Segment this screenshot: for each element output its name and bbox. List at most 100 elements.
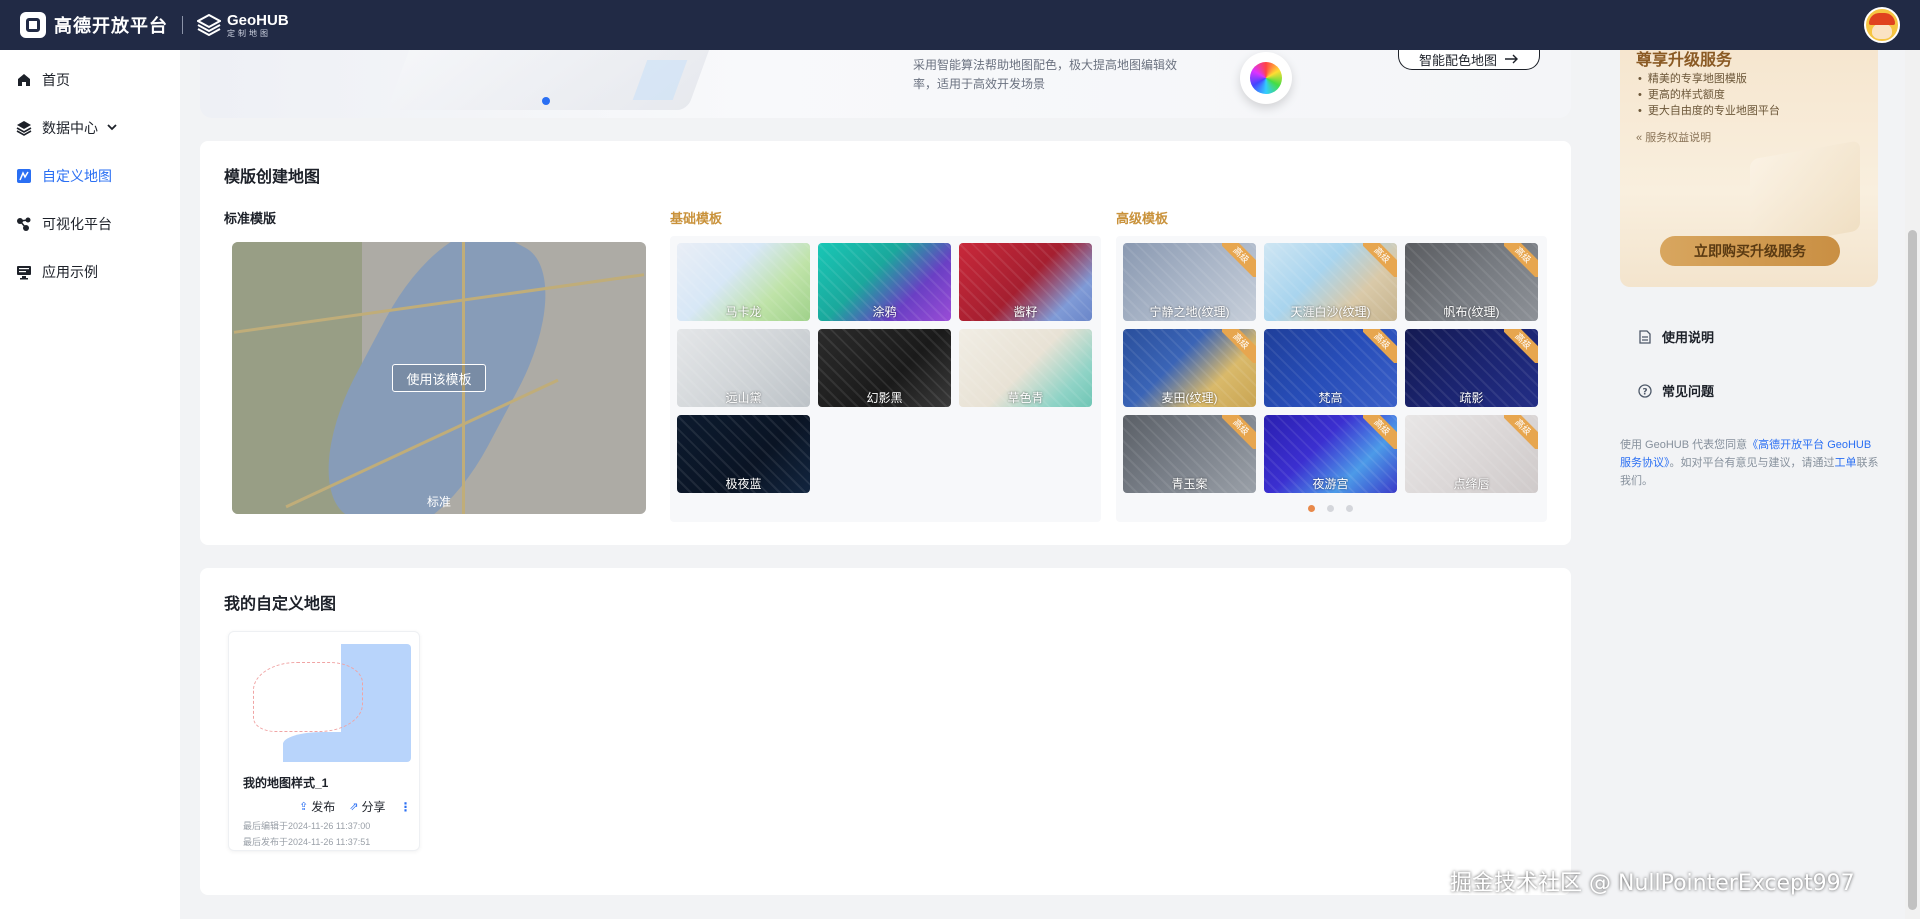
sidebar-item-label: 应用示例 bbox=[42, 264, 98, 280]
agreement-text: 使用 GeoHUB 代表您同意《高德开放平台 GeoHUB 服务协议》。如对平台… bbox=[1620, 439, 1879, 487]
template-label: 极夜蓝 bbox=[725, 477, 762, 491]
section-title: 模版创建地图 bbox=[224, 169, 321, 186]
premium-badge: 高级 bbox=[1363, 329, 1397, 363]
basic-template-title: 基础模板 bbox=[670, 211, 723, 226]
premium-badge: 高级 bbox=[1504, 243, 1538, 277]
carousel-pagination bbox=[1308, 505, 1353, 512]
scrollbar-thumb[interactable] bbox=[1908, 230, 1917, 910]
map-card[interactable]: 我的地图样式_1 ⇪ 发布 ⇗ 分享 ⋮ 最后编辑于2024-11-26 11:… bbox=[228, 631, 420, 851]
sidebar: 首页 数据中心 自定义地图 可视化平台 应用示例 bbox=[0, 50, 180, 919]
brand-name: 高德开放平台 bbox=[54, 16, 168, 36]
last-edited-time: 最后编辑于2024-11-26 11:37:00 bbox=[243, 821, 371, 831]
usage-guide-link[interactable]: 使用说明 bbox=[1638, 327, 1714, 346]
ticket-link[interactable]: 工单 bbox=[1835, 457, 1857, 469]
template-label: 天涯白沙(纹理) bbox=[1290, 305, 1371, 319]
template-tile[interactable]: 极夜蓝 bbox=[677, 415, 810, 493]
smart-color-map-button[interactable]: 智能配色地图 bbox=[1398, 50, 1540, 70]
faq-link[interactable]: ? 常见问题 bbox=[1638, 381, 1714, 400]
color-wheel-icon bbox=[1240, 52, 1292, 104]
template-tile[interactable]: 草色青 bbox=[959, 329, 1092, 407]
map-thumbnail[interactable] bbox=[243, 644, 411, 762]
share-button[interactable]: ⇗ 分享 bbox=[349, 798, 385, 815]
top-navbar: 高德开放平台 GeoHUB 定制地图 bbox=[0, 0, 1920, 50]
more-options-icon[interactable]: ⋮ bbox=[399, 800, 411, 814]
sidebar-item-home[interactable]: 首页 bbox=[0, 56, 180, 104]
standard-template-title: 标准模版 bbox=[224, 211, 277, 226]
promo-benefit: 更大自由度的专业地图平台 bbox=[1638, 103, 1780, 119]
chevron-down-icon[interactable] bbox=[106, 121, 118, 136]
advanced-template-title: 高级模板 bbox=[1116, 211, 1169, 226]
pagination-dot[interactable] bbox=[1346, 505, 1353, 512]
pagination-dot[interactable] bbox=[1327, 505, 1334, 512]
sidebar-item-label: 数据中心 bbox=[42, 120, 98, 136]
template-tile[interactable]: 高级 麦田(纹理) bbox=[1123, 329, 1256, 407]
template-label: 梵高 bbox=[1318, 391, 1343, 405]
service-benefits-link[interactable]: « 服务权益说明 bbox=[1636, 129, 1711, 145]
premium-badge: 高级 bbox=[1363, 243, 1397, 277]
template-tile[interactable]: 高级 夜游宫 bbox=[1264, 415, 1397, 493]
last-published-time: 最后发布于2024-11-26 11:37:51 bbox=[243, 837, 371, 847]
my-maps-section: 我的自定义地图 我的地图样式_1 ⇪ 发布 ⇗ 分享 ⋮ 最后编辑于2024-1… bbox=[200, 568, 1571, 895]
template-tile[interactable]: 高级 梵高 bbox=[1264, 329, 1397, 407]
use-template-button[interactable]: 使用该模板 bbox=[392, 364, 486, 392]
document-icon bbox=[1638, 329, 1652, 344]
template-label: 帆布(纹理) bbox=[1443, 305, 1500, 319]
template-section: 模版创建地图 标准模版 基础模板 高级模板 使用该模板 标准 马卡龙 涂鸦 酱籽… bbox=[200, 141, 1571, 545]
template-tile[interactable]: 高级 青玉案 bbox=[1123, 415, 1256, 493]
sidebar-item-label: 首页 bbox=[42, 72, 70, 88]
template-label: 麦田(纹理) bbox=[1161, 391, 1218, 405]
template-label: 疏影 bbox=[1459, 391, 1484, 405]
buy-upgrade-button[interactable]: 立即购买升级服务 bbox=[1660, 236, 1840, 266]
layers-icon bbox=[16, 120, 32, 136]
amap-logo-icon bbox=[20, 12, 46, 38]
standard-template-preview[interactable]: 使用该模板 标准 bbox=[232, 242, 646, 514]
sidebar-item-custom-map[interactable]: 自定义地图 bbox=[0, 152, 180, 200]
premium-badge: 高级 bbox=[1363, 415, 1397, 449]
template-tile[interactable]: 远山黛 bbox=[677, 329, 810, 407]
template-tile[interactable]: 高级 疏影 bbox=[1405, 329, 1538, 407]
promo-benefit: 精美的专享地图模版 bbox=[1638, 71, 1780, 87]
feature-banner: 采用智能算法帮助地图配色，极大提高地图编辑效率，适用于高效开发场景 智能配色地图 bbox=[200, 50, 1571, 118]
map-name: 我的地图样式_1 bbox=[243, 776, 329, 790]
question-circle-icon: ? bbox=[1638, 383, 1652, 398]
right-panel: 尊享升级服务 精美的专享地图模版 更高的样式额度 更大自由度的专业地图平台 « … bbox=[1588, 50, 1903, 919]
template-tile[interactable]: 酱籽 bbox=[959, 243, 1092, 321]
template-tile[interactable]: 马卡龙 bbox=[677, 243, 810, 321]
watermark-text: 掘金技术社区 @ NullPointerExcept997 bbox=[1450, 871, 1855, 896]
template-tile[interactable]: 高级 点绛唇 bbox=[1405, 415, 1538, 493]
banner-description: 采用智能算法帮助地图配色，极大提高地图编辑效率，适用于高效开发场景 bbox=[913, 58, 1178, 91]
premium-badge: 高级 bbox=[1222, 415, 1256, 449]
upgrade-promo-card: 尊享升级服务 精美的专享地图模版 更高的样式额度 更大自由度的专业地图平台 « … bbox=[1620, 50, 1878, 287]
template-tile[interactable]: 涂鸦 bbox=[818, 243, 951, 321]
map-actions: ⇪ 发布 ⇗ 分享 ⋮ bbox=[299, 798, 411, 815]
premium-badge: 高级 bbox=[1504, 415, 1538, 449]
template-label: 涂鸦 bbox=[872, 305, 897, 319]
geohub-icon bbox=[197, 14, 221, 36]
template-tile[interactable]: 高级 天涯白沙(纹理) bbox=[1264, 243, 1397, 321]
arrow-right-icon bbox=[1505, 52, 1519, 67]
promo-benefits: 精美的专享地图模版 更高的样式额度 更大自由度的专业地图平台 bbox=[1638, 71, 1780, 119]
sidebar-item-label: 自定义地图 bbox=[42, 168, 112, 184]
premium-badge: 高级 bbox=[1222, 329, 1256, 363]
template-tile[interactable]: 高级 帆布(纹理) bbox=[1405, 243, 1538, 321]
pagination-dot[interactable] bbox=[1308, 505, 1315, 512]
template-label: 马卡龙 bbox=[725, 305, 762, 319]
user-avatar[interactable] bbox=[1864, 7, 1900, 43]
template-tile[interactable]: 幻影黑 bbox=[818, 329, 951, 407]
publish-button[interactable]: ⇪ 发布 bbox=[299, 798, 335, 815]
sidebar-item-data-center[interactable]: 数据中心 bbox=[0, 104, 180, 152]
template-tile[interactable]: 高级 宁静之地(纹理) bbox=[1123, 243, 1256, 321]
page-scrollbar[interactable] bbox=[1905, 50, 1920, 919]
brand[interactable]: 高德开放平台 GeoHUB 定制地图 bbox=[20, 12, 289, 38]
advanced-template-panel: 高级 宁静之地(纹理) 高级 天涯白沙(纹理) 高级 帆布(纹理) 高级 麦田(… bbox=[1116, 236, 1547, 522]
geohub-logo: GeoHUB 定制地图 bbox=[197, 13, 289, 38]
sidebar-item-examples[interactable]: 应用示例 bbox=[0, 248, 180, 296]
sidebar-item-visual-platform[interactable]: 可视化平台 bbox=[0, 200, 180, 248]
home-icon bbox=[16, 72, 32, 88]
brand-divider bbox=[182, 16, 183, 34]
template-label: 幻影黑 bbox=[866, 391, 903, 405]
carousel-indicator[interactable] bbox=[542, 97, 550, 105]
svg-text:?: ? bbox=[1642, 387, 1647, 397]
template-label: 夜游宫 bbox=[1312, 477, 1349, 491]
geohub-subtitle: 定制地图 bbox=[227, 28, 271, 38]
